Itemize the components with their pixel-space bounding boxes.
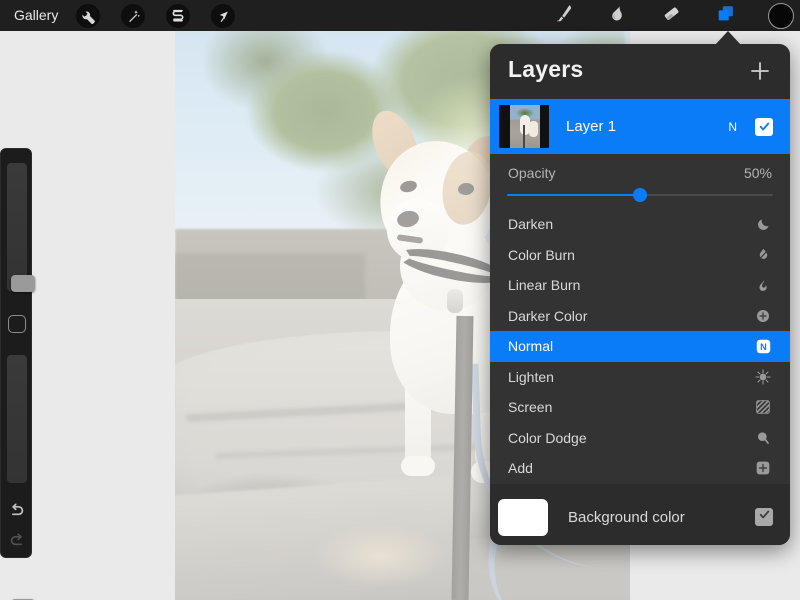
background-color-row[interactable]: Background color — [490, 489, 790, 545]
blend-mode-label: Linear Burn — [508, 277, 581, 294]
procreate-window: Gallery Layers Layer 1 N Opacity 50% Dar… — [0, 0, 800, 600]
transform-button[interactable] — [211, 4, 235, 28]
circle-plus-icon — [754, 307, 772, 325]
panel-title: Layers — [508, 56, 584, 82]
gallery-button[interactable]: Gallery — [14, 5, 58, 26]
starburst-icon — [754, 368, 772, 386]
blend-mode-label: Darker Color — [508, 307, 588, 324]
modify-button[interactable] — [8, 315, 26, 333]
blend-mode-lighten[interactable]: Lighten — [490, 362, 790, 393]
layer-name: Layer 1 — [566, 118, 617, 135]
layer-visibility-checkbox[interactable] — [755, 117, 773, 136]
checkmark-icon — [758, 120, 771, 133]
blend-mode-label: Lighten — [508, 368, 554, 385]
blend-mode-screen[interactable]: Screen — [490, 392, 790, 423]
layers-icon — [715, 3, 737, 30]
magnifier-icon — [754, 429, 772, 447]
brush-opacity-slider[interactable] — [7, 355, 35, 600]
blend-mode-label: Normal — [508, 338, 554, 355]
opacity-value: 50% — [743, 165, 772, 181]
eraser-icon — [661, 3, 682, 29]
top-toolbar: Gallery — [0, 0, 800, 31]
blend-mode-color-dodge[interactable]: Color Dodge — [490, 423, 790, 454]
brush-size-handle[interactable] — [11, 275, 35, 292]
blend-mode-label: Add — [508, 460, 533, 477]
blend-mode-linear-burn[interactable]: Linear Burn — [490, 270, 790, 301]
paint-button[interactable] — [551, 3, 577, 29]
opacity-slider-fill — [507, 194, 640, 196]
background-color-swatch[interactable] — [498, 498, 548, 536]
blend-mode-add[interactable]: Add — [490, 453, 790, 484]
opacity-slider-handle[interactable] — [633, 188, 647, 202]
add-layer-button[interactable] — [748, 59, 772, 83]
background-color-label: Background color — [568, 508, 685, 526]
blend-mode-label: Darken — [508, 216, 554, 233]
droplet-slash-icon — [754, 246, 772, 264]
undo-button[interactable] — [7, 501, 27, 521]
layer-thumbnail[interactable] — [498, 104, 550, 149]
flame-icon — [754, 276, 772, 294]
blend-mode-label: Color Dodge — [508, 429, 587, 446]
blend-mode-normal[interactable]: Normal N — [490, 331, 790, 362]
undo-icon — [7, 503, 27, 525]
layers-panel-header: Layers — [490, 44, 790, 99]
magic-wand-icon — [126, 9, 141, 24]
hatched-square-icon — [754, 398, 772, 416]
background-visibility-checkbox[interactable] — [755, 508, 773, 526]
moon-icon — [754, 215, 772, 233]
popover-arrow — [715, 31, 741, 45]
checkmark-icon — [758, 508, 771, 526]
erase-button[interactable] — [658, 3, 684, 29]
s-curve-icon — [170, 8, 186, 24]
blend-mode-list: Darken Color Burn Linear Burn Darker Col… — [490, 209, 790, 484]
layers-button[interactable] — [713, 3, 739, 29]
left-sidebar — [0, 148, 35, 600]
brush-size-slider[interactable] — [7, 163, 35, 292]
smudge-icon — [607, 4, 627, 29]
paintbrush-icon — [554, 4, 574, 29]
blend-mode-darken[interactable]: Darken — [490, 209, 790, 240]
smudge-button[interactable] — [604, 3, 630, 29]
wrench-icon — [81, 9, 96, 24]
opacity-label: Opacity — [508, 165, 556, 181]
selection-button[interactable] — [166, 4, 190, 28]
blend-mode-darker-color[interactable]: Darker Color — [490, 301, 790, 332]
actions-wrench-button[interactable] — [76, 4, 100, 28]
n-badge-icon: N — [754, 337, 772, 355]
redo-button[interactable] — [7, 531, 27, 551]
arrow-icon — [216, 9, 231, 24]
blend-mode-label: Color Burn — [508, 246, 575, 263]
opacity-row[interactable]: Opacity 50% — [490, 154, 790, 209]
plus-square-icon — [754, 459, 772, 477]
color-well-button[interactable] — [768, 3, 794, 29]
adjustments-button[interactable] — [121, 4, 145, 28]
opacity-slider[interactable] — [507, 188, 773, 202]
layer-row[interactable]: Layer 1 N — [490, 99, 790, 154]
blend-mode-color-burn[interactable]: Color Burn — [490, 240, 790, 271]
plus-icon — [748, 62, 772, 87]
layer-blend-initial[interactable]: N — [728, 120, 737, 134]
svg-text:N: N — [760, 342, 767, 352]
layers-panel: Layers Layer 1 N Opacity 50% Darken Colo… — [490, 44, 790, 545]
redo-icon — [7, 533, 27, 555]
blend-mode-label: Screen — [508, 399, 553, 416]
